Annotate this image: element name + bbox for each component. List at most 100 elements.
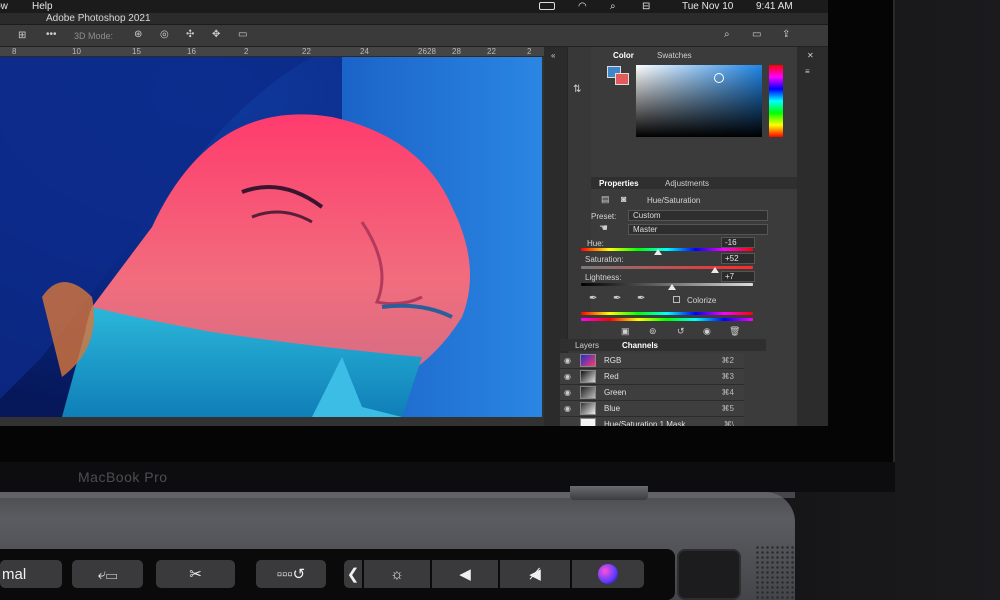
lightness-slider-thumb[interactable] — [668, 284, 677, 290]
channel-thumbnail — [580, 402, 596, 415]
tab-channels[interactable]: Channels — [622, 341, 658, 350]
document-canvas[interactable] — [0, 57, 542, 417]
channel-row[interactable]: ◉ Red ⌘3 — [560, 369, 744, 385]
touch-id-sensor[interactable] — [677, 549, 741, 600]
battery-icon[interactable] — [539, 2, 555, 10]
ruler-tick-label: 24 — [360, 47, 369, 56]
ruler-tick-label: 28 — [427, 47, 436, 56]
hue-slider[interactable] — [581, 248, 753, 251]
color-field[interactable] — [636, 65, 762, 137]
roll-icon[interactable]: ◎ — [160, 29, 169, 40]
chevron-left-icon: ❮ — [346, 566, 360, 583]
channel-name: Red — [604, 372, 619, 381]
more-options-icon[interactable]: ••• — [46, 29, 57, 40]
preset-label: Preset: — [591, 212, 617, 221]
ruler-tick-label: 15 — [132, 47, 141, 56]
collapse-icon[interactable]: « — [551, 51, 555, 60]
blend-mode-key[interactable]: mal — [0, 560, 62, 588]
preset-select[interactable]: Custom — [628, 210, 768, 221]
ruler-tick-label: 8 — [12, 47, 17, 56]
channel-shortcut: ⌘3 — [721, 372, 734, 381]
siri-key[interactable] — [572, 560, 644, 588]
panel-menu-icon[interactable]: ≡ — [805, 67, 810, 76]
color-picker-cursor[interactable] — [714, 73, 724, 83]
search-icon[interactable]: ⌕ — [724, 29, 730, 40]
tab-swatches[interactable]: Swatches — [657, 51, 692, 60]
collapse-control-strip-key[interactable]: ❮ — [344, 560, 362, 588]
channel-thumbnail — [580, 354, 596, 367]
eyedropper-minus-icon[interactable]: ✒ — [637, 293, 645, 304]
menu-help[interactable]: Help — [32, 1, 53, 12]
lightness-label: Lightness: — [585, 273, 622, 282]
brightness-key[interactable]: ☼ — [364, 560, 430, 588]
close-panel-icon[interactable]: ✕ — [807, 51, 814, 60]
colorize-label: Colorize — [687, 296, 717, 305]
slide-icon[interactable]: ✥ — [212, 29, 220, 40]
history-icon[interactable]: ⇅ — [573, 84, 581, 95]
screen-mode-key[interactable]: ⤶▭ — [72, 560, 143, 588]
tab-properties[interactable]: Properties — [599, 179, 639, 188]
workspace-icon[interactable]: ▭ — [752, 29, 761, 40]
options-bar: ⊢ ⊞ ••• 3D Mode: ⊛ ◎ ✣ ✥ ▭ ⌕ ▭ ⇪ — [0, 25, 828, 47]
control-center-icon[interactable]: ⊟ — [642, 1, 650, 12]
background-swatch[interactable] — [615, 73, 629, 85]
channel-select[interactable]: Master — [628, 224, 768, 235]
tab-layers[interactable]: Layers — [575, 341, 599, 350]
mute-key[interactable]: ◀̸ — [500, 560, 570, 588]
lightness-value[interactable]: +7 — [721, 271, 755, 282]
search-icon[interactable]: ⌕ — [610, 1, 616, 12]
drag-icon[interactable]: ✣ — [186, 29, 194, 40]
menu-window[interactable]: ndow — [0, 1, 8, 12]
hue-strip[interactable] — [769, 65, 783, 137]
saturation-label: Saturation: — [585, 255, 624, 264]
ruler-tick-label: 28 — [452, 47, 461, 56]
lightness-slider[interactable] — [581, 283, 753, 286]
share-icon[interactable]: ⇪ — [782, 29, 790, 40]
channel-row[interactable]: Hue/Saturation 1 Mask... ⌘\ — [560, 417, 744, 426]
delete-icon[interactable]: 🗑 — [729, 326, 740, 337]
orbit-icon[interactable]: ⊛ — [134, 29, 142, 40]
wifi-icon[interactable]: ◠ — [578, 1, 587, 12]
crop-key[interactable]: ✂ — [156, 560, 235, 588]
channel-shortcut: ⌘2 — [721, 356, 734, 365]
volume-key[interactable]: ◀ — [432, 560, 498, 588]
ruler-tick-label: 22 — [302, 47, 311, 56]
ruler-tick-label: 2 — [527, 47, 532, 56]
hue-value[interactable]: -16 — [721, 237, 755, 248]
undo-key[interactable]: ▫▫▫↺ — [256, 560, 326, 588]
colorize-checkbox[interactable] — [673, 296, 680, 303]
saturation-slider[interactable] — [581, 266, 753, 269]
eye-icon[interactable]: ◉ — [564, 372, 571, 381]
tab-adjustments[interactable]: Adjustments — [665, 179, 709, 188]
eye-icon[interactable]: ◉ — [564, 388, 571, 397]
adjustment-name: Hue/Saturation — [647, 196, 701, 205]
scissors-icon: ✂ — [189, 566, 202, 583]
scene: ndow Help ◠ ⌕ ⊟ Tue Nov 10 9:41 AM Adobe… — [0, 0, 1000, 600]
channel-name: RGB — [604, 356, 622, 365]
panel-menu-strip: ✕ ≡ — [797, 47, 828, 426]
eyedropper-plus-icon[interactable]: ✒ — [613, 293, 621, 304]
view-previous-icon[interactable]: ⊚ — [649, 326, 657, 337]
hue-slider-thumb[interactable] — [654, 249, 663, 255]
reset-icon[interactable]: ↺ — [677, 326, 685, 337]
video-icon[interactable]: ▭ — [238, 29, 247, 40]
horizontal-ruler: 8 10 15 16 2 22 24 26 28 28 22 2 — [0, 47, 544, 57]
clip-to-layer-icon[interactable]: ▣ — [621, 326, 630, 337]
eye-icon[interactable]: ◉ — [564, 356, 571, 365]
channel-row[interactable]: ◉ Green ⌘4 — [560, 385, 744, 401]
mask-icon[interactable]: ◙ — [621, 194, 626, 204]
channel-name: Green — [604, 388, 627, 397]
channel-row[interactable]: ◉ RGB ⌘2 — [560, 353, 744, 369]
eyedropper-icon[interactable]: ✒ — [589, 293, 597, 304]
saturation-slider-thumb[interactable] — [711, 267, 720, 273]
adjustment-layer-icon: ▤ — [601, 194, 610, 204]
hue-range-bar-top — [581, 312, 753, 315]
app-titlebar: Adobe Photoshop 2021 — [0, 13, 828, 25]
saturation-value[interactable]: +52 — [721, 253, 755, 264]
eye-icon[interactable]: ◉ — [564, 404, 571, 413]
tab-color[interactable]: Color — [613, 51, 634, 60]
visibility-icon[interactable]: ◉ — [703, 326, 711, 337]
channel-row[interactable]: ◉ Blue ⌘5 — [560, 401, 744, 417]
targeted-adjustment-icon[interactable]: ☚ — [599, 223, 608, 234]
distribute-icon[interactable]: ⊞ — [18, 30, 26, 41]
